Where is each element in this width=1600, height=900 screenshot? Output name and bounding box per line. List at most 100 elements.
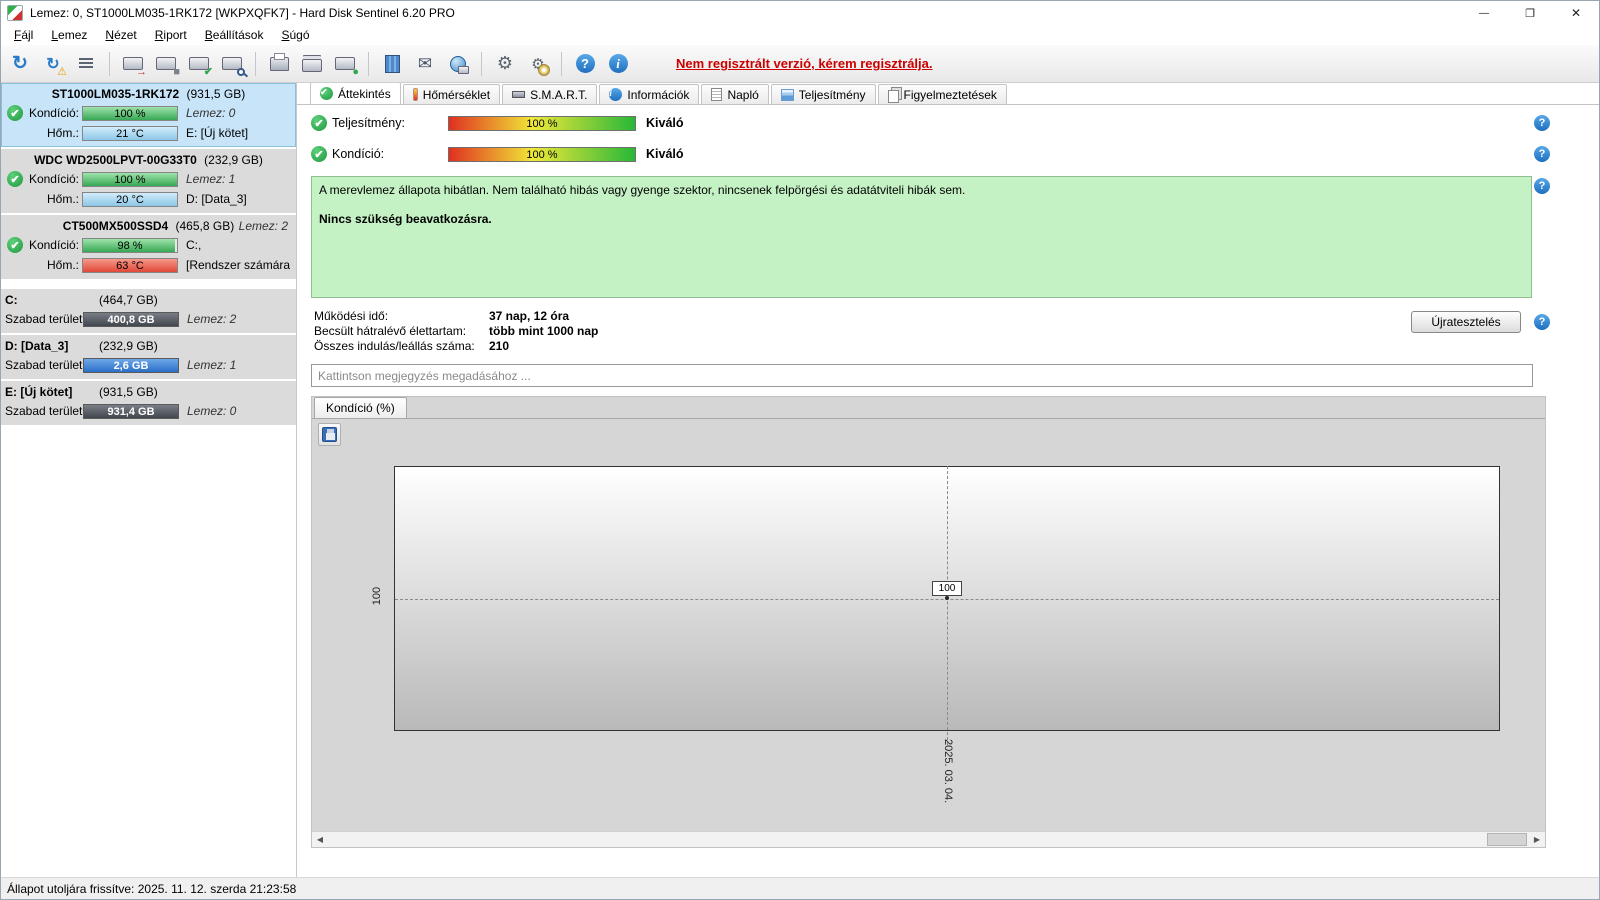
temp-label: Hőm.: [46, 258, 79, 272]
disk-offline-icon[interactable]: ■ [153, 51, 180, 77]
partition-name: D: [Data_3] [5, 339, 69, 353]
tab-information[interactable]: Információk [599, 84, 700, 104]
sidebar-disk-item-2[interactable]: CT500MX500SSD4 (465,8 GB) Lemez: 2 Kondí… [1, 215, 296, 279]
partition-size: (232,9 GB) [99, 339, 158, 353]
sidebar-partition-item-e[interactable]: E: [Új kötet] (931,5 GB) Szabad terület … [1, 381, 296, 425]
free-space-label: Szabad terület [5, 312, 83, 326]
toolbar-separator [255, 51, 256, 76]
ok-icon [311, 115, 327, 131]
condition-chart-panel: Kondíció (%) 100 100 2025. 03. 04. ◀ ▶ [311, 396, 1546, 848]
thermometer-icon [412, 88, 418, 101]
help-icon[interactable] [1534, 146, 1550, 162]
help-icon[interactable] [572, 51, 598, 77]
tab-overview[interactable]: Áttekintés [310, 83, 401, 104]
tab-performance[interactable]: Teljesítmény [770, 84, 876, 104]
disk-search-icon[interactable] [219, 51, 245, 77]
disk-size: (931,5 GB) [186, 87, 246, 101]
menu-file[interactable]: Fájl [5, 26, 42, 44]
temperature-bar: 21 °C [82, 125, 178, 141]
help-icon[interactable] [1534, 178, 1550, 194]
menu-view[interactable]: Nézet [96, 26, 145, 44]
temp-label: Hőm.: [46, 126, 79, 140]
disk-settings-icon[interactable] [525, 51, 551, 77]
health-action-text: Nincs szükség beavatkozásra. [319, 212, 492, 226]
sidebar-disk-item-1[interactable]: WDC WD2500LPVT-00G33T0 (232,9 GB) Kondíc… [1, 149, 296, 213]
retest-button[interactable]: Újratesztelés [1411, 311, 1521, 333]
menu-report[interactable]: Riport [146, 26, 196, 44]
disk-remove-icon[interactable]: → [120, 51, 147, 77]
temp-label: Hőm.: [46, 192, 79, 206]
chart-tab-condition[interactable]: Kondíció (%) [314, 397, 407, 418]
disk-number: Lemez: 1 [186, 172, 236, 186]
print-icon[interactable] [266, 51, 292, 77]
scroll-track[interactable] [328, 832, 1529, 847]
titlebar: Lemez: 0, ST1000LM035-1RK172 [WKPXQFK7] … [1, 1, 1599, 25]
partition-name: C: [5, 293, 18, 307]
temperature-bar: 20 °C [82, 191, 178, 207]
disk-name: WDC WD2500LPVT-00G33T0 [34, 153, 197, 167]
sidebar-partition-item-d[interactable]: D: [Data_3] (232,9 GB) Szabad terület 2,… [1, 335, 296, 379]
menu-help[interactable]: Súgó [272, 26, 318, 44]
window-title: Lemez: 0, ST1000LM035-1RK172 [WKPXQFK7] … [30, 6, 455, 20]
disk-number: Lemez: 1 [187, 358, 237, 372]
help-icon[interactable] [1534, 115, 1550, 131]
tab-smart[interactable]: S.M.A.R.T. [502, 84, 598, 104]
refresh-warning-icon[interactable] [40, 51, 67, 78]
tab-alerts[interactable]: Figyelmeztetések [877, 84, 1007, 104]
disk-volumes: C:, [186, 238, 202, 252]
save-chart-button[interactable] [318, 423, 341, 446]
chart-header-divider [312, 418, 1545, 419]
menu-disk[interactable]: Lemez [42, 26, 96, 44]
partition-size: (931,5 GB) [99, 385, 158, 399]
settings-icon[interactable] [492, 51, 518, 77]
report-list-icon[interactable] [73, 51, 99, 77]
toolbar: → ■ ✔ ● Nem regisztrált verzió, kérem re… [1, 45, 1599, 83]
sidebar-disk-item-0[interactable]: ST1000LM035-1RK172 (931,5 GB) Kondíció: … [1, 83, 296, 147]
partition-name: E: [Új kötet] [5, 385, 73, 399]
content-pane: Áttekintés Hőmérséklet S.M.A.R.T. Inform… [297, 83, 1599, 877]
disk-number: Lemez: 2 [187, 312, 237, 326]
scroll-left-arrow[interactable]: ◀ [312, 832, 328, 847]
toolbar-separator [561, 51, 562, 76]
chart-cursor-line [947, 466, 948, 745]
partition-size: (464,7 GB) [99, 293, 158, 307]
disk-volumes: [Rendszer számára f [186, 258, 290, 272]
condition-label: Kondíció: [28, 106, 79, 120]
disk-name: ST1000LM035-1RK172 [51, 87, 180, 101]
maximize-button[interactable] [1507, 1, 1553, 25]
toolbar-separator [481, 51, 482, 76]
info-icon[interactable] [605, 51, 631, 77]
ok-icon [311, 146, 327, 162]
register-notice-link[interactable]: Nem regisztrált verzió, kérem regisztrál… [676, 56, 933, 71]
minimize-button[interactable] [1461, 1, 1507, 25]
help-icon[interactable] [1534, 314, 1550, 330]
performance-icon [780, 88, 794, 101]
condition-label: Kondíció: [28, 172, 79, 186]
disk-stack-icon[interactable] [299, 51, 325, 77]
chart-point-marker [945, 596, 949, 600]
disk-ok-icon[interactable]: ✔ [186, 51, 213, 77]
performance-gauge: 100 % [448, 115, 636, 131]
disk-number: Lemez: 2 [238, 219, 288, 233]
temperature-bar: 63 °C [82, 257, 178, 273]
scroll-thumb[interactable] [1487, 833, 1527, 846]
chart-x-tick-label: 2025. 03. 04. [942, 739, 954, 804]
sidebar-partition-item-c[interactable]: C: (464,7 GB) Szabad terület 400,8 GB Le… [1, 289, 296, 333]
health-status-box: A merevlemez állapota hibátlan. Nem talá… [311, 176, 1532, 298]
stat-remaining-lifetime: Becsült hátralévő élettartam: több mint 1… [314, 324, 599, 338]
refresh-icon[interactable] [7, 51, 33, 77]
mail-icon[interactable] [412, 51, 438, 77]
chart-y-tick-label: 100 [371, 586, 383, 606]
network-disk-icon[interactable]: ● [332, 51, 359, 77]
tab-temperature[interactable]: Hőmérséklet [402, 84, 501, 104]
report-notebook-icon[interactable] [379, 51, 405, 77]
web-disk-icon[interactable] [445, 51, 471, 77]
menu-settings[interactable]: Beállítások [196, 26, 273, 44]
scroll-right-arrow[interactable]: ▶ [1529, 832, 1545, 847]
close-button[interactable] [1553, 1, 1599, 25]
comment-input[interactable] [311, 364, 1533, 387]
tab-log[interactable]: Napló [701, 84, 769, 104]
performance-label: Teljesítmény: [332, 116, 405, 130]
performance-rating: Kiváló [646, 116, 684, 130]
free-space-label: Szabad terület [5, 358, 83, 372]
